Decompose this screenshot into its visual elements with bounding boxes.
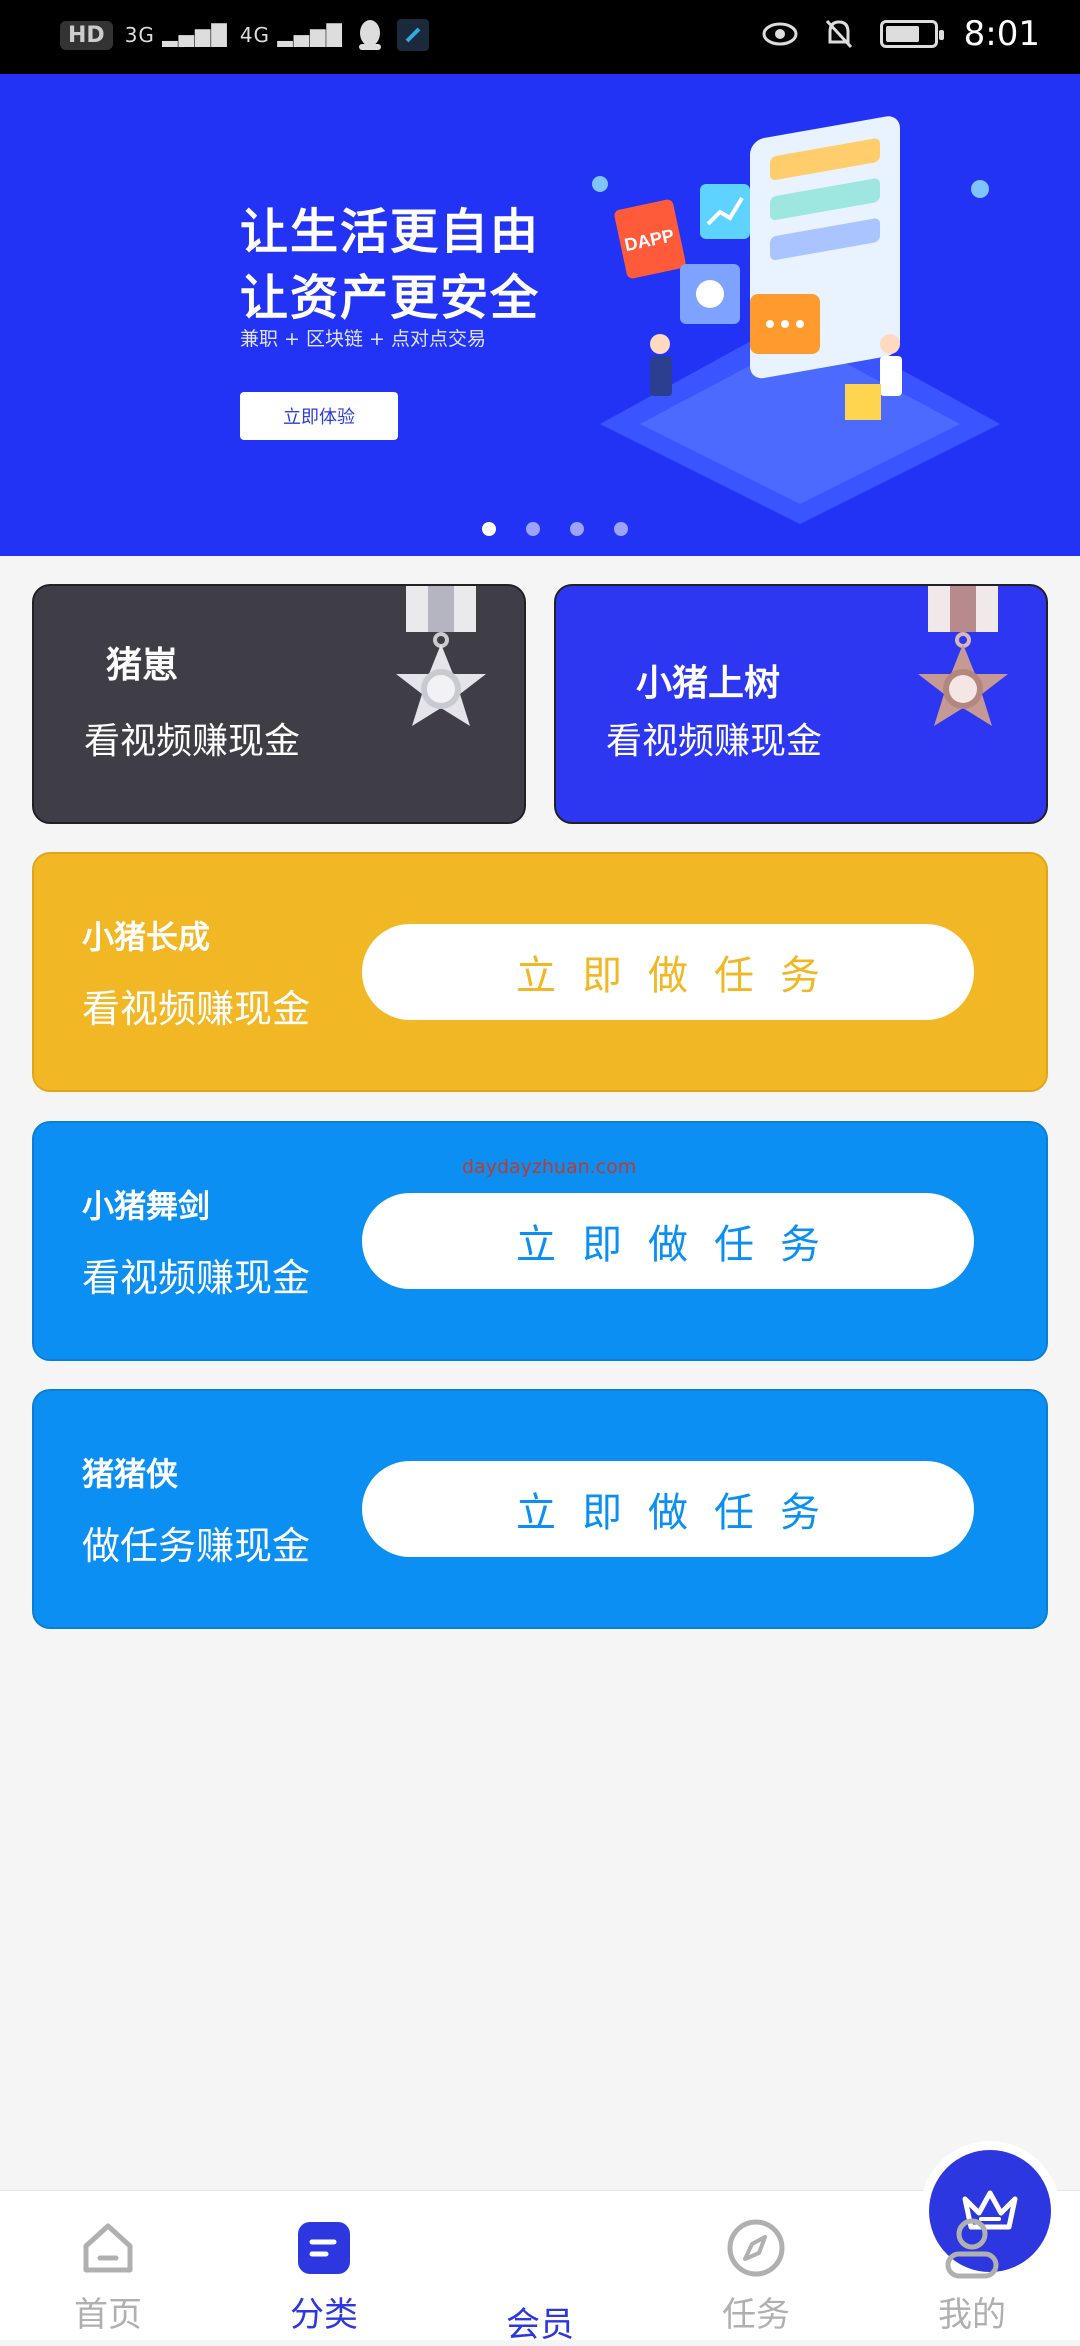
signal-3g-icon: 3G ▂▄▆█ [124,23,228,47]
home-icon [75,2215,141,2281]
battery-icon [879,20,944,48]
category-icon [291,2215,357,2281]
try-now-button[interactable]: 立即体验 [240,392,398,440]
mute-bell-icon [825,19,852,49]
pagination-dot[interactable] [482,522,496,536]
eye-icon [762,22,798,46]
battery-fill [885,26,919,42]
nav-category[interactable]: 分类 [234,2191,414,2341]
pagination-dot[interactable] [570,522,584,536]
task-title: 小猪长成 [82,919,211,955]
pagination-dot[interactable] [614,522,628,536]
do-task-button[interactable]: 立即做任务 [362,924,974,1020]
bottom-nav: 首页 分类 会员 任务 我的 [0,2141,1080,2344]
task-subtitle: 做任务赚现金 [82,1526,311,1568]
task-card-hero[interactable]: 猪猪侠 做任务赚现金 立即做任务 [32,1389,1048,1629]
level-card-climb[interactable]: 小猪上树 看视频赚现金 [554,584,1048,824]
level-card-piglet[interactable]: 猪崽 看视频赚现金 [32,584,526,824]
compass-icon [723,2215,789,2281]
signal-4g-icon: 4G ▂▄▆█ [239,23,343,47]
do-task-button[interactable]: 立即做任务 [362,1193,974,1289]
status-right: 8:01 [762,14,1040,54]
qq-icon [358,20,381,50]
bronze-medal-icon [918,586,1008,726]
task-subtitle: 看视频赚现金 [82,1258,311,1300]
nav-mine[interactable]: 我的 [882,2191,1062,2341]
blockchain-illustration: DAPP [592,116,1000,524]
nav-member[interactable]: 会员 [450,2141,1060,2344]
card-title: 猪崽 [106,644,179,685]
status-left: HD 3G ▂▄▆█ 4G ▂▄▆█ [60,18,429,52]
nav-label: 我的 [938,2296,1006,2334]
task-title: 猪猪侠 [82,1456,179,1492]
banner-title-line2: 让资产更安全 [240,272,541,325]
nav-label: 会员 [506,2306,574,2344]
task-title: 小猪舞剑 [82,1188,211,1224]
watermark-text: daydayzhuan.com [462,1156,637,1178]
silver-medal-icon [396,586,486,726]
user-icon [939,2215,1005,2281]
nav-home[interactable]: 首页 [18,2191,198,2341]
clock: 8:01 [963,14,1040,54]
task-card-grown[interactable]: 小猪长成 看视频赚现金 立即做任务 [32,852,1048,1092]
task-subtitle: 看视频赚现金 [82,989,311,1031]
status-bar: HD 3G ▂▄▆█ 4G ▂▄▆█ 8:01 [0,0,1080,74]
card-subtitle: 看视频赚现金 [84,720,301,761]
card-subtitle: 看视频赚现金 [606,720,823,761]
app-icon [396,19,429,51]
banner-title-line1: 让生活更自由 [240,206,541,259]
card-title: 小猪上树 [636,662,781,703]
nav-label: 首页 [74,2296,142,2334]
nav-task[interactable]: 任务 [666,2191,846,2341]
hd-indicator: HD [60,20,113,50]
promo-banner[interactable]: 让生活更自由 让资产更安全 兼职 + 区块链 + 点对点交易 立即体验 DAPP [0,74,1080,556]
banner-pagination [0,522,1080,536]
do-task-button[interactable]: 立即做任务 [362,1461,974,1557]
pagination-dot[interactable] [526,522,540,536]
nav-label: 分类 [290,2296,358,2334]
banner-subtitle: 兼职 + 区块链 + 点对点交易 [240,328,486,350]
nav-label: 任务 [722,2296,790,2334]
